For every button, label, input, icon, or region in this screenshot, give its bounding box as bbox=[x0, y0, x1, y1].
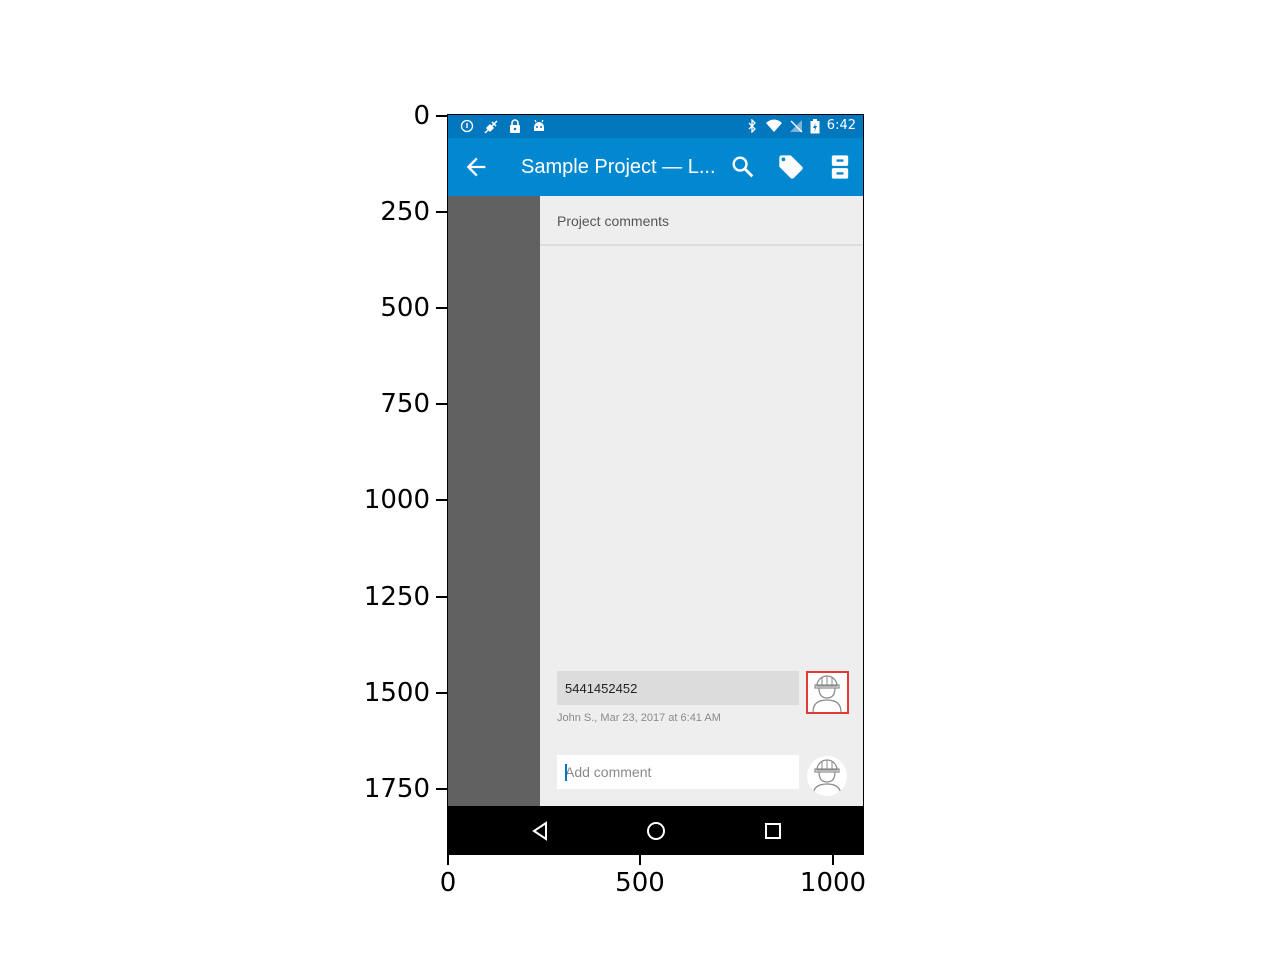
text-caret bbox=[565, 764, 567, 781]
y-tick-label: 750 bbox=[380, 389, 430, 419]
search-icon[interactable] bbox=[729, 153, 757, 181]
x-tick-label: 500 bbox=[615, 868, 665, 898]
wifi-icon bbox=[765, 119, 783, 133]
app-bar: Sample Project — L... bbox=[448, 138, 863, 196]
highlight-box bbox=[806, 671, 849, 714]
x-tick bbox=[832, 855, 834, 865]
android-icon bbox=[532, 119, 546, 133]
info-icon bbox=[460, 119, 474, 133]
y-tick-label: 500 bbox=[380, 293, 430, 323]
bluetooth-icon bbox=[745, 118, 759, 134]
navigation-bar bbox=[448, 806, 863, 854]
lock-icon bbox=[508, 119, 522, 133]
worker-avatar-icon bbox=[812, 759, 842, 796]
satellite-off-icon bbox=[483, 119, 498, 134]
x-tick bbox=[447, 855, 449, 865]
back-arrow-icon[interactable] bbox=[462, 153, 490, 181]
recents-icon[interactable] bbox=[761, 819, 785, 843]
comments-panel: Project comments 5441452452 John S., Mar… bbox=[540, 196, 863, 806]
panel-header: Project comments bbox=[540, 196, 863, 246]
y-tick-label: 0 bbox=[413, 101, 430, 131]
comment-meta: John S., Mar 23, 2017 at 6:41 AM bbox=[557, 712, 721, 724]
x-tick-label: 0 bbox=[439, 868, 457, 898]
composer-avatar[interactable] bbox=[807, 756, 847, 796]
storage-icon[interactable] bbox=[826, 153, 854, 181]
drawer-scrim[interactable] bbox=[448, 196, 540, 806]
comment-input[interactable] bbox=[557, 755, 799, 789]
battery-charging-icon bbox=[810, 119, 820, 134]
x-tick-label: 1000 bbox=[799, 868, 867, 898]
y-tick-label: 1500 bbox=[363, 678, 430, 708]
x-tick bbox=[639, 855, 641, 865]
no-signal-icon bbox=[789, 119, 803, 133]
phone-screen: 6:42 Sample Project — L... Project comme… bbox=[447, 114, 864, 855]
y-tick-label: 250 bbox=[380, 197, 430, 227]
comment-text: 5441452452 bbox=[565, 681, 638, 696]
status-bar: 6:42 bbox=[448, 115, 863, 138]
y-tick-label: 1250 bbox=[363, 582, 430, 612]
back-icon[interactable] bbox=[528, 819, 552, 843]
panel-title: Project comments bbox=[557, 213, 670, 229]
clock: 6:42 bbox=[826, 118, 856, 133]
comment-bubble: 5441452452 bbox=[557, 671, 799, 705]
tag-icon[interactable] bbox=[777, 153, 805, 181]
home-icon[interactable] bbox=[644, 819, 668, 843]
y-tick-label: 1750 bbox=[363, 774, 430, 804]
app-title: Sample Project — L... bbox=[521, 156, 716, 178]
y-tick-label: 1000 bbox=[363, 485, 430, 515]
